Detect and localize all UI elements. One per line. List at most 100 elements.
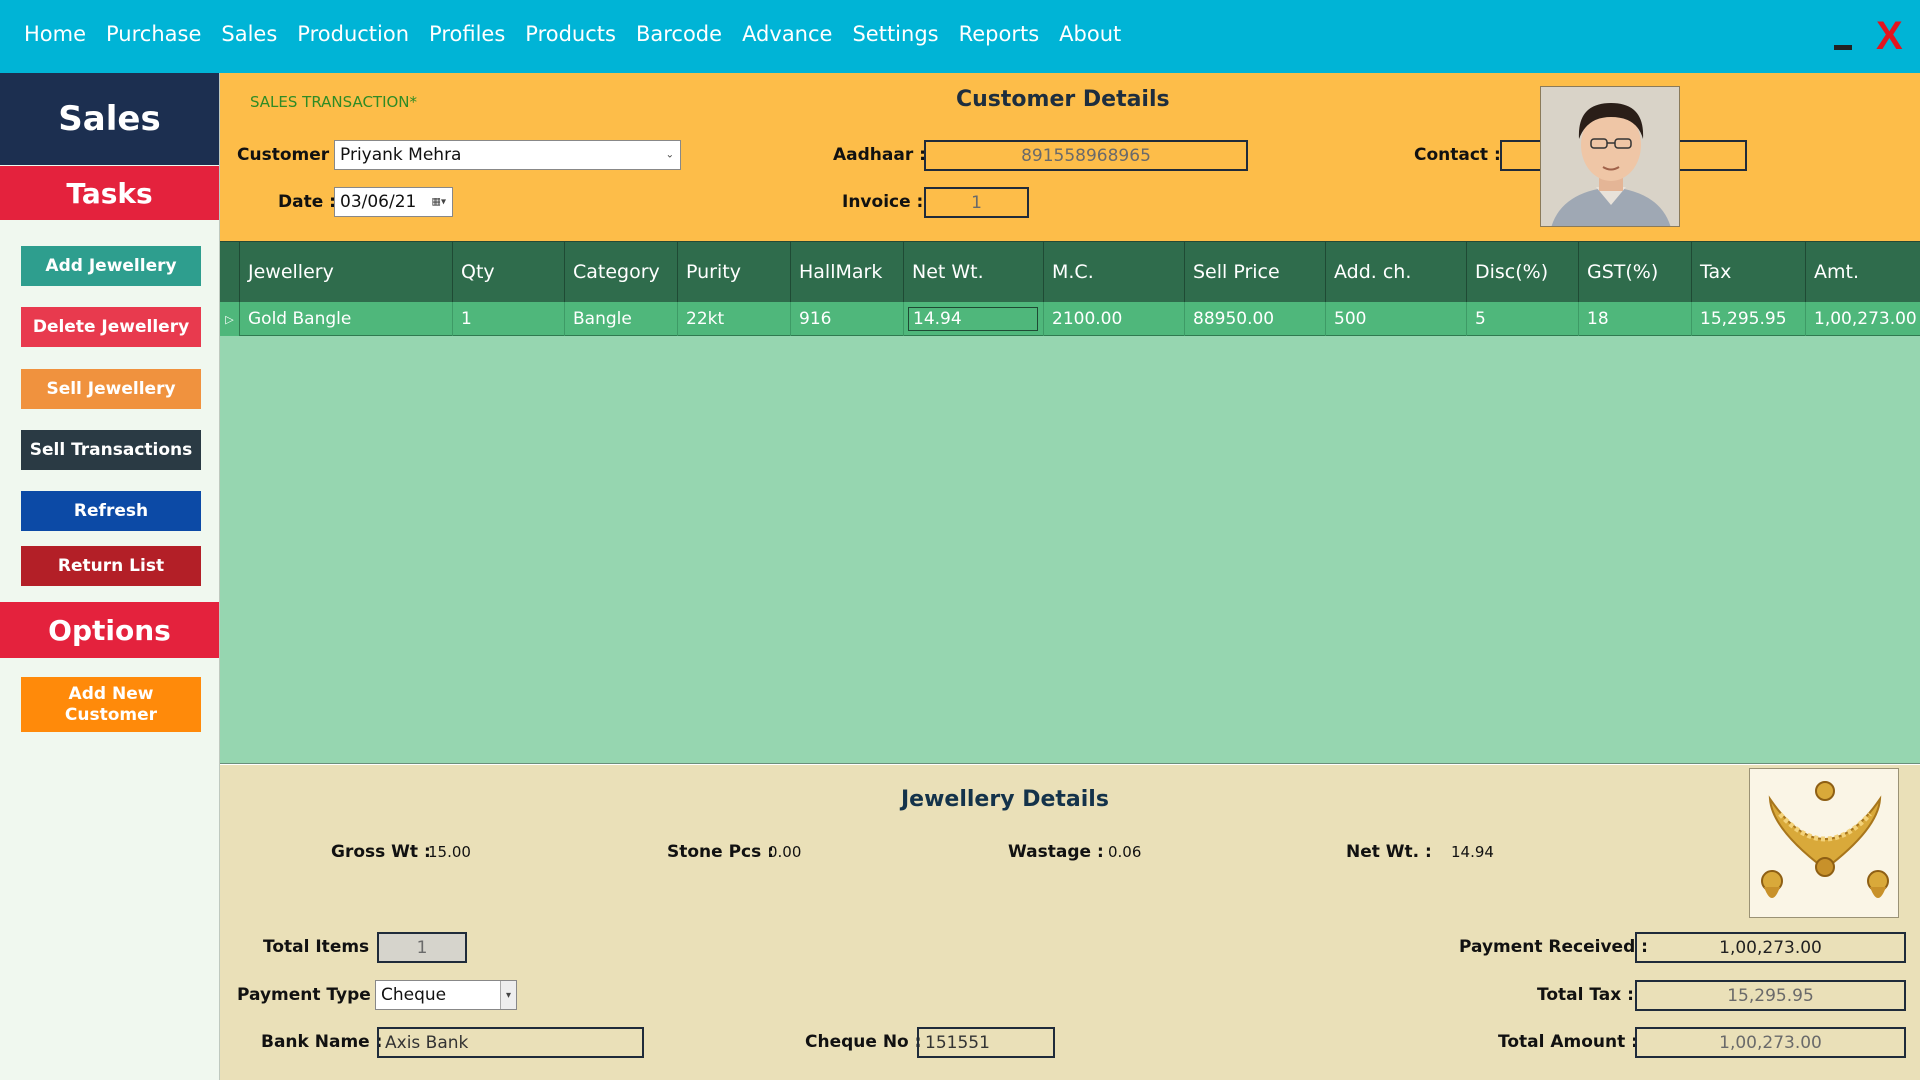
column-purity[interactable]: Purity [678, 242, 791, 302]
net-wt-label: Net Wt. : [1346, 842, 1432, 862]
total-items-field[interactable]: 1 [377, 932, 467, 963]
aadhaar-field[interactable]: 891558968965 [924, 140, 1248, 171]
column-net-wt[interactable]: Net Wt. [904, 242, 1044, 302]
payment-received-field[interactable]: 1,00,273.00 [1635, 932, 1906, 963]
cell-sell-price[interactable]: 88950.00 [1185, 302, 1326, 336]
sell-transactions-button[interactable]: Sell Transactions [21, 430, 201, 470]
wastage-value: 0.06 [1108, 843, 1142, 861]
calendar-icon: ▦▾ [431, 196, 446, 208]
sidebar-title: Sales [0, 73, 219, 165]
payment-type-select[interactable]: Cheque ▾ [375, 980, 517, 1010]
menu-advance[interactable]: Advance [742, 22, 832, 46]
cheque-no-label: Cheque No : [805, 1032, 922, 1052]
cell-jewellery[interactable]: Gold Bangle [240, 302, 453, 336]
menu-production[interactable]: Production [297, 22, 409, 46]
customer-label: Customer : [237, 145, 342, 165]
cell-mc[interactable]: 2100.00 [1044, 302, 1185, 336]
tasks-header: Tasks [0, 166, 219, 220]
grid-header: Jewellery Qty Category Purity HallMark N… [220, 242, 1920, 302]
column-jewellery[interactable]: Jewellery [240, 242, 453, 302]
net-wt-value: 14.94 [1451, 843, 1494, 861]
total-items-label: Total Items : [263, 937, 382, 957]
payment-received-label: Payment Received : [1459, 937, 1648, 957]
customer-details-title: Customer Details [956, 87, 1170, 112]
main-menu: Home Purchase Sales Production Profiles … [14, 22, 1131, 46]
jewellery-grid: Jewellery Qty Category Purity HallMark N… [220, 241, 1920, 764]
payment-type-label: Payment Type : [237, 985, 384, 1005]
cell-category[interactable]: Bangle [565, 302, 678, 336]
cell-tax[interactable]: 15,295.95 [1692, 302, 1806, 336]
add-new-customer-button[interactable]: Add New Customer [21, 677, 201, 732]
cell-net-wt[interactable]: 14.94 [904, 302, 1044, 336]
chevron-down-icon: ▾ [500, 981, 516, 1009]
stone-pcs-value: 0.00 [768, 843, 802, 861]
cell-qty[interactable]: 1 [453, 302, 565, 336]
customer-select[interactable]: Priyank Mehra ⌄ [334, 140, 681, 170]
refresh-button[interactable]: Refresh [21, 491, 201, 531]
delete-jewellery-button[interactable]: Delete Jewellery [21, 307, 201, 347]
grid-corner [220, 242, 240, 302]
add-jewellery-button[interactable]: Add Jewellery [21, 246, 201, 286]
column-add-ch[interactable]: Add. ch. [1326, 242, 1467, 302]
jewellery-image [1749, 768, 1899, 918]
close-icon[interactable]: X [1876, 16, 1903, 56]
total-tax-field[interactable]: 15,295.95 [1635, 980, 1906, 1011]
chevron-down-icon: ⌄ [665, 149, 674, 161]
row-pointer-icon: ▷ [220, 302, 240, 336]
total-amount-label: Total Amount : [1498, 1032, 1638, 1052]
invoice-field[interactable]: 1 [924, 187, 1029, 218]
column-tax[interactable]: Tax [1692, 242, 1806, 302]
transaction-label: SALES TRANSACTION* [250, 93, 418, 111]
date-value: 03/06/21 [340, 192, 417, 212]
date-picker[interactable]: 03/06/21 ▦▾ [334, 187, 453, 217]
table-row[interactable]: ▷ Gold Bangle 1 Bangle 22kt 916 14.94 21… [220, 302, 1920, 336]
customer-photo [1540, 86, 1680, 227]
cell-gst[interactable]: 18 [1579, 302, 1692, 336]
payment-type-value: Cheque [381, 985, 447, 1005]
column-sell-price[interactable]: Sell Price [1185, 242, 1326, 302]
return-list-button[interactable]: Return List [21, 546, 201, 586]
menu-reports[interactable]: Reports [959, 22, 1040, 46]
column-gst[interactable]: GST(%) [1579, 242, 1692, 302]
jewellery-details-panel: Jewellery Details Gross Wt : 15.00 Stone… [220, 765, 1920, 1080]
cell-disc[interactable]: 5 [1467, 302, 1579, 336]
stone-pcs-label: Stone Pcs : [667, 842, 774, 862]
column-amt[interactable]: Amt. [1806, 242, 1920, 302]
total-amount-field[interactable]: 1,00,273.00 [1635, 1027, 1906, 1058]
cell-amt[interactable]: 1,00,273.00 [1806, 302, 1920, 336]
options-header: Options [0, 602, 219, 658]
menu-products[interactable]: Products [525, 22, 616, 46]
column-hallmark[interactable]: HallMark [791, 242, 904, 302]
menu-bar: Home Purchase Sales Production Profiles … [0, 0, 1920, 73]
menu-purchase[interactable]: Purchase [106, 22, 201, 46]
gross-wt-label: Gross Wt : [331, 842, 431, 862]
column-qty[interactable]: Qty [453, 242, 565, 302]
cheque-no-field[interactable]: 151551 [917, 1027, 1055, 1058]
cell-net-wt-editor[interactable]: 14.94 [908, 307, 1038, 331]
sidebar: Sales Tasks Add Jewellery Delete Jewelle… [0, 73, 220, 1080]
menu-about[interactable]: About [1059, 22, 1121, 46]
necklace-image [1750, 769, 1898, 917]
column-disc[interactable]: Disc(%) [1467, 242, 1579, 302]
jewellery-details-title: Jewellery Details [901, 787, 1109, 812]
cell-add-ch[interactable]: 500 [1326, 302, 1467, 336]
customer-avatar-image [1541, 87, 1679, 226]
menu-barcode[interactable]: Barcode [636, 22, 722, 46]
menu-profiles[interactable]: Profiles [429, 22, 505, 46]
menu-settings[interactable]: Settings [852, 22, 938, 46]
cell-hallmark[interactable]: 916 [791, 302, 904, 336]
sell-jewellery-button[interactable]: Sell Jewellery [21, 369, 201, 409]
menu-home[interactable]: Home [24, 22, 86, 46]
total-tax-label: Total Tax : [1537, 985, 1634, 1005]
column-mc[interactable]: M.C. [1044, 242, 1185, 302]
customer-select-value: Priyank Mehra [340, 145, 462, 165]
gross-wt-value: 15.00 [428, 843, 471, 861]
bank-name-label: Bank Name : [261, 1032, 383, 1052]
minimize-icon[interactable] [1834, 30, 1854, 50]
bank-name-field[interactable]: Axis Bank [377, 1027, 644, 1058]
column-category[interactable]: Category [565, 242, 678, 302]
wastage-label: Wastage : [1008, 842, 1104, 862]
menu-sales[interactable]: Sales [221, 22, 277, 46]
contact-label: Contact : [1414, 145, 1501, 165]
cell-purity[interactable]: 22kt [678, 302, 791, 336]
